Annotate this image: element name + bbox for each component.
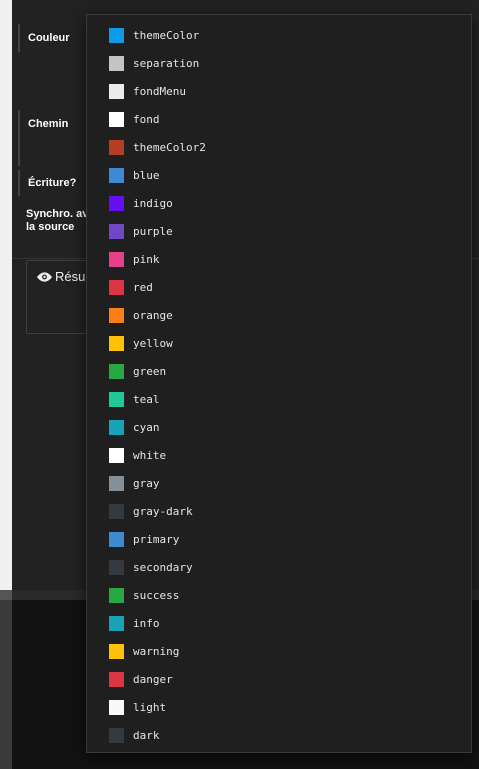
color-option-secondary[interactable]: secondary — [109, 557, 449, 577]
color-swatch — [109, 559, 124, 575]
color-swatch — [109, 671, 124, 687]
color-option-label: separation — [133, 56, 200, 70]
color-option-danger[interactable]: danger — [109, 669, 449, 689]
color-swatch — [109, 447, 124, 463]
color-option-dark[interactable]: dark — [109, 725, 449, 745]
color-option-white[interactable]: white — [109, 445, 449, 465]
color-option-label: pink — [133, 252, 160, 266]
color-option-label: fondMenu — [133, 84, 186, 98]
color-option-themeColor2[interactable]: themeColor2 — [109, 137, 449, 157]
color-option-label: purple — [133, 224, 173, 238]
synchro-label: Synchro. av la source — [18, 204, 88, 244]
color-swatch — [109, 363, 124, 379]
color-option-label: gray-dark — [133, 504, 193, 518]
color-option-label: dark — [133, 728, 160, 742]
color-option-info[interactable]: info — [109, 613, 449, 633]
color-swatch — [109, 83, 124, 99]
color-option-themeColor[interactable]: themeColor — [109, 25, 449, 45]
color-swatch — [109, 531, 124, 547]
color-option-gray-dark[interactable]: gray-dark — [109, 501, 449, 521]
color-swatch — [109, 699, 124, 715]
couleur-label: Couleur — [18, 24, 70, 52]
color-swatch — [109, 195, 124, 211]
color-swatch — [109, 643, 124, 659]
synchro-label-line-2: la source — [26, 221, 75, 233]
color-option-label: green — [133, 364, 167, 378]
color-option-label: themeColor — [133, 28, 200, 42]
color-option-separation[interactable]: separation — [109, 53, 449, 73]
color-swatch — [109, 167, 124, 183]
color-option-fondMenu[interactable]: fondMenu — [109, 81, 449, 101]
color-swatch — [109, 223, 124, 239]
color-option-label: teal — [133, 392, 160, 406]
color-swatch — [109, 111, 124, 127]
color-option-warning[interactable]: warning — [109, 641, 449, 661]
color-option-label: orange — [133, 308, 173, 322]
color-swatch — [109, 475, 124, 491]
background-page-edge-strip — [0, 590, 12, 600]
color-option-teal[interactable]: teal — [109, 389, 449, 409]
color-option-label: gray — [133, 476, 160, 490]
color-option-label: warning — [133, 644, 180, 658]
color-option-cyan[interactable]: cyan — [109, 417, 449, 437]
color-option-indigo[interactable]: indigo — [109, 193, 449, 213]
color-swatch — [109, 251, 124, 267]
color-swatch — [109, 335, 124, 351]
color-option-primary[interactable]: primary — [109, 529, 449, 549]
color-option-label: primary — [133, 532, 180, 546]
color-option-yellow[interactable]: yellow — [109, 333, 449, 353]
color-option-label: yellow — [133, 336, 173, 350]
color-option-blue[interactable]: blue — [109, 165, 449, 185]
color-option-fond[interactable]: fond — [109, 109, 449, 129]
color-swatch — [109, 391, 124, 407]
color-option-label: themeColor2 — [133, 140, 206, 154]
color-option-orange[interactable]: orange — [109, 305, 449, 325]
background-page-edge-lower — [0, 590, 12, 769]
color-option-green[interactable]: green — [109, 361, 449, 381]
color-option-label: light — [133, 700, 167, 714]
color-option-red[interactable]: red — [109, 277, 449, 297]
color-dropdown-menu[interactable]: themeColor separation fondMenu fond themeCol… — [86, 14, 472, 753]
color-option-success[interactable]: success — [109, 585, 449, 605]
color-swatch — [109, 587, 124, 603]
color-swatch — [109, 27, 124, 43]
color-option-label: success — [133, 588, 180, 602]
background-page-edge — [0, 0, 12, 590]
color-option-light[interactable]: light — [109, 697, 449, 717]
color-option-label: blue — [133, 168, 160, 182]
color-option-label: red — [133, 280, 153, 294]
color-option-gray[interactable]: gray — [109, 473, 449, 493]
color-swatch — [109, 727, 124, 743]
color-option-label: indigo — [133, 196, 173, 210]
color-option-label: secondary — [133, 560, 193, 574]
color-swatch — [109, 55, 124, 71]
chemin-label: Chemin — [18, 110, 68, 166]
color-swatch — [109, 615, 124, 631]
color-swatch — [109, 307, 124, 323]
color-option-purple[interactable]: purple — [109, 221, 449, 241]
color-swatch — [109, 503, 124, 519]
color-option-label: cyan — [133, 420, 160, 434]
color-swatch — [109, 139, 124, 155]
color-option-label: danger — [133, 672, 173, 686]
color-option-pink[interactable]: pink — [109, 249, 449, 269]
color-option-label: info — [133, 616, 160, 630]
color-option-label: white — [133, 448, 167, 462]
color-option-label: fond — [133, 112, 160, 126]
color-swatch — [109, 279, 124, 295]
eye-icon — [37, 271, 52, 282]
synchro-label-line-1: Synchro. av — [26, 208, 89, 220]
ecriture-label: Écriture? — [18, 170, 76, 196]
color-swatch — [109, 419, 124, 435]
